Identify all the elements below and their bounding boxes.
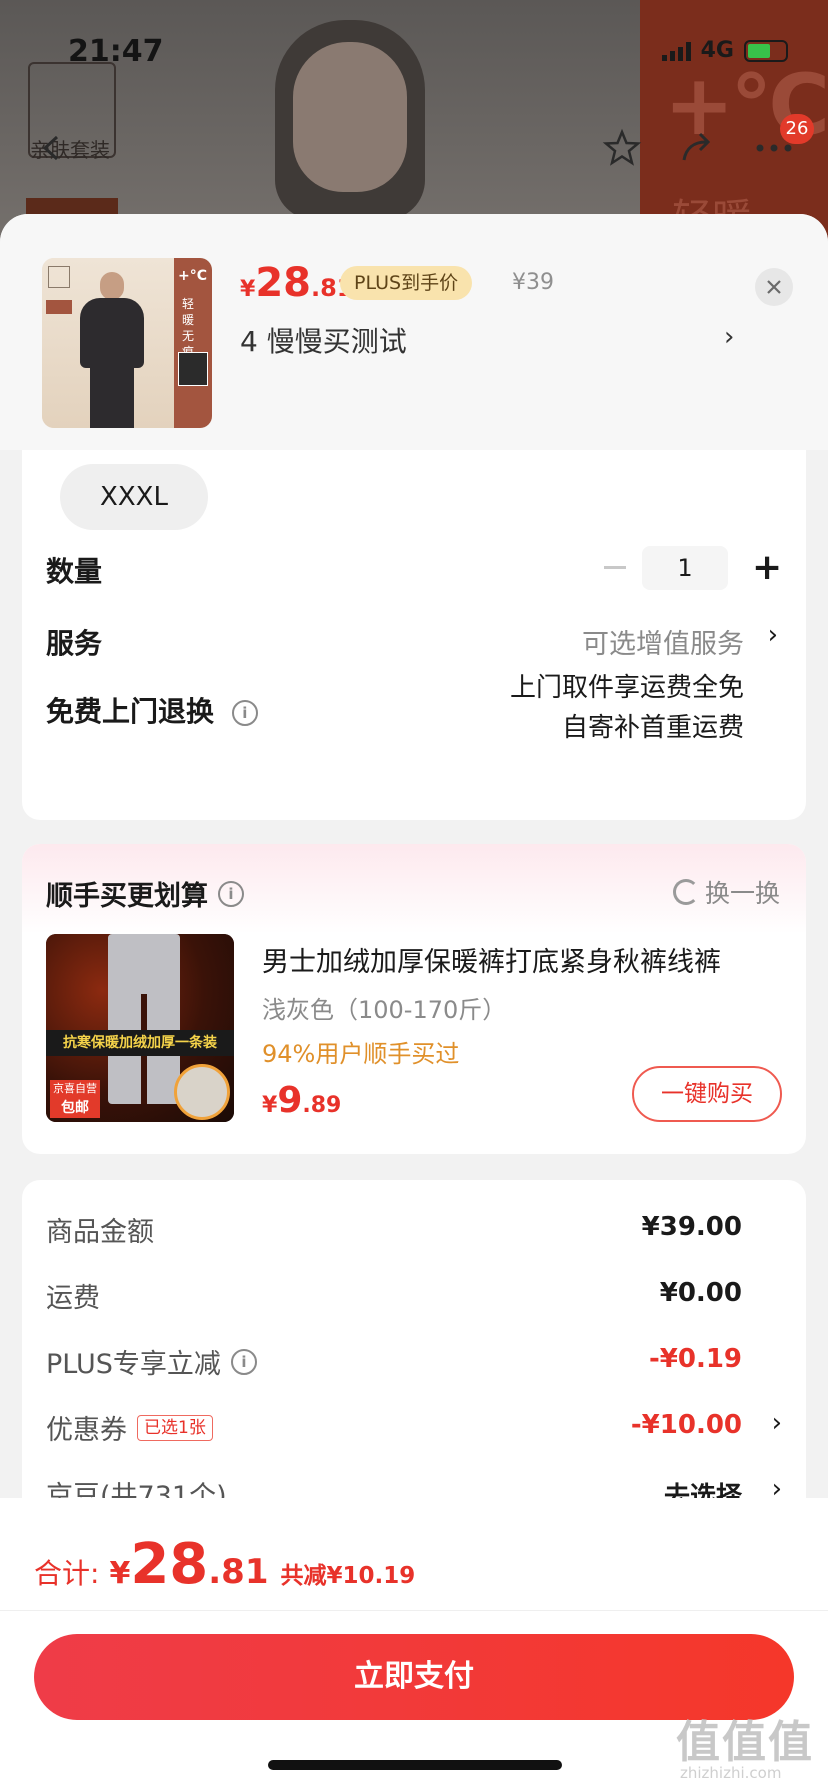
coupon-selected-tag: 已选1张 [137,1414,213,1441]
quantity-label: 数量 [46,555,103,588]
quantity-increase-button[interactable]: + [752,548,782,588]
close-button[interactable] [755,268,793,306]
addon-product-title[interactable]: 男士加绒加厚保暖裤打底紧身秋裤线裤 [262,940,780,979]
chevron-right-icon[interactable]: › [768,620,778,650]
fleece-detail [174,1064,230,1120]
fabric-swatch [178,352,208,386]
favorite-button[interactable] [596,122,648,174]
free-return-details: 上门取件享运费全免 自寄补首重运费 [510,668,744,748]
cart-count-badge: 26 [780,114,814,144]
signal-icon [661,41,691,61]
thumbnail-tag [46,300,72,314]
minus-icon [604,565,626,569]
thumbnail-celsius: +°C [178,268,208,284]
return-line-pickup: 上门取件享运费全免 [509,673,744,703]
fee-row-coupon[interactable]: 优惠券 已选1张 -¥10.00 › [46,1408,786,1448]
share-button[interactable] [672,122,724,174]
star-icon [602,128,642,166]
fee-breakdown-card: 商品金额 ¥39.00 运费 ¥0.00 PLUS专享立减 i -¥0.19 优… [22,1180,806,1520]
total-savings: 共减¥10.19 [280,1563,416,1589]
battery-icon [744,39,788,62]
fee-value: -¥0.19 [648,1344,742,1374]
product-thumbnail[interactable]: +°C 轻暖无痕 [42,258,212,428]
network-label: 4G [700,38,734,63]
image-banner: 抗寒保暖加绒加厚一条装 [46,1030,234,1056]
product-price: ¥ 28 .81 [240,260,354,306]
model-face [293,42,407,192]
back-button[interactable] [26,122,78,174]
service-value[interactable]: 可选增值服务 [582,622,744,661]
checkout-bar: 合计: ¥ 28 .81 共减¥10.19 立即支付 值值值 zhizhizhi… [0,1498,828,1792]
back-icon [42,135,59,161]
info-icon[interactable]: i [230,1348,257,1375]
sheet-header: +°C 轻暖无痕 ¥ 28 .81 PLUS到手价 ¥39 4 慢慢买测试 › [0,214,828,450]
swap-button[interactable]: 换一换 [672,874,780,910]
plus-price-tag: PLUS到手价 [340,266,473,300]
addon-title: 顺手买更划算 i [46,874,244,913]
site-watermark: 值值值 [676,1717,814,1768]
more-icon [756,144,792,152]
chevron-right-icon: › [771,1408,782,1438]
fee-value: ¥0.00 [659,1278,742,1308]
order-total: 合计: ¥ 28 .81 共减¥10.19 [34,1532,416,1597]
close-icon [767,280,781,294]
service-label: 服务 [46,627,103,660]
addon-product-image[interactable]: 抗寒保暖加绒加厚一条装 京喜自营 包邮 [46,934,234,1122]
selected-sku[interactable]: 4 慢慢买测试 [240,320,407,360]
return-line-self-ship: 自寄补首重运费 [561,713,744,743]
refresh-icon [672,879,699,905]
fee-row-plus-discount: PLUS专享立减 i -¥0.19 [46,1344,742,1380]
addon-price: ¥ 9 .89 [262,1080,342,1121]
image-tag-shipping: 包邮 [50,1098,100,1118]
addon-product-spec: 浅灰色（100-170斤） [262,996,507,1024]
fee-row-shipping: 运费 ¥0.00 [46,1278,742,1314]
share-icon [682,132,711,161]
info-icon[interactable]: i [218,880,244,907]
chevron-right-icon[interactable]: › [724,322,734,352]
home-indicator[interactable] [268,1760,562,1770]
addon-card: 顺手买更划算 i 换一换 抗寒保暖加绒加厚一条装 京喜自营 包邮 男士加绒加厚保… [22,844,806,1154]
addon-purchase-rate: 94%用户顺手买过 [262,1040,460,1068]
quantity-input[interactable]: 1 [642,546,728,590]
brand-logo [48,266,70,288]
quantity-decrease-button[interactable] [598,550,632,584]
image-tag-seller: 京喜自营 [50,1080,100,1098]
status-indicators: 4G [661,38,788,63]
one-click-buy-button[interactable]: 一键购买 [632,1066,782,1122]
purchase-sheet: +°C 轻暖无痕 ¥ 28 .81 PLUS到手价 ¥39 4 慢慢买测试 › … [0,214,828,1792]
options-card: XXXL 数量 1 + 服务 可选增值服务 › 免费上门退换 i 上门取件享运费… [22,450,806,820]
info-icon[interactable]: i [231,700,258,726]
fee-row-goods: 商品金额 ¥39.00 [46,1212,742,1248]
thumbnail-text: 轻暖无痕 [182,297,195,359]
fee-value: ¥39.00 [641,1212,742,1242]
status-time: 21:47 [68,34,164,69]
fee-value: -¥10.00 [630,1410,742,1440]
original-price: ¥39 [512,270,554,295]
divider [0,1610,828,1611]
free-return-label: 免费上门退换 i [46,690,258,730]
site-watermark-url: zhizhizhi.com [680,1764,782,1782]
size-option-xxxl[interactable]: XXXL [60,464,208,530]
